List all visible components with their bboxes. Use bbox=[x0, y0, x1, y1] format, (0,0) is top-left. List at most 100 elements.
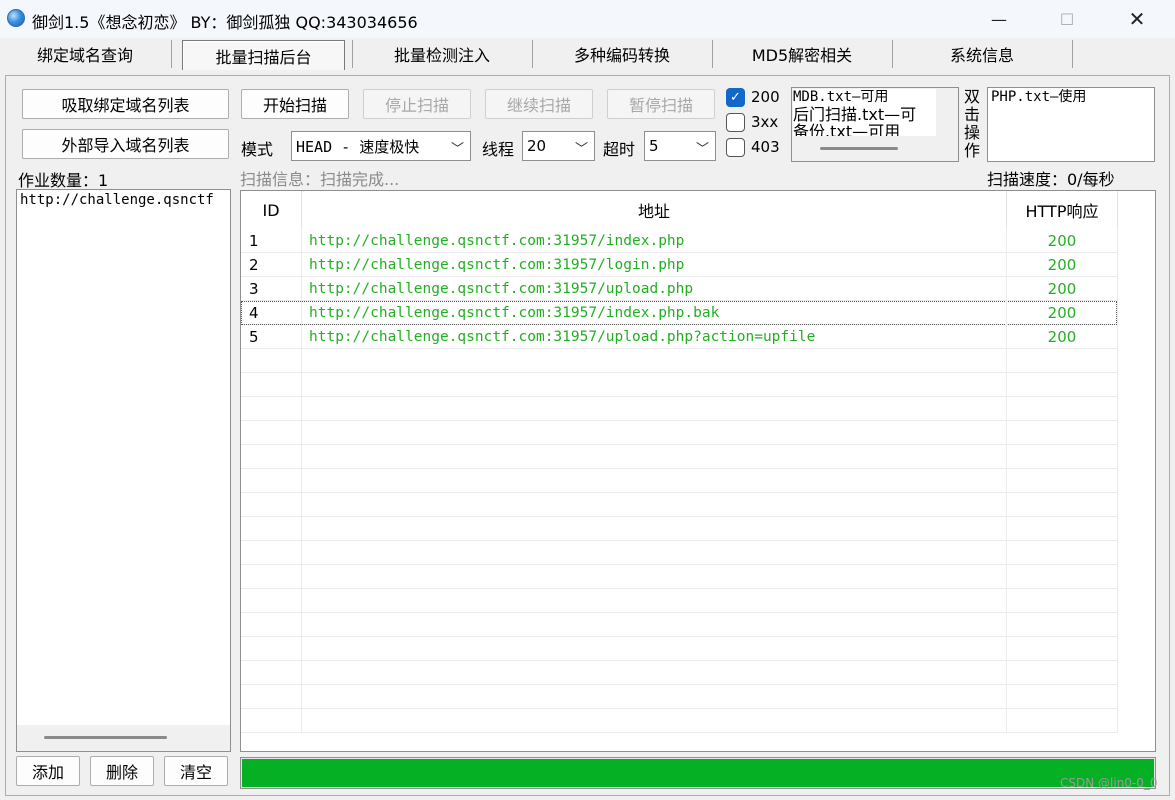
column-divider bbox=[301, 421, 302, 445]
table-row[interactable] bbox=[241, 421, 1118, 445]
table-row[interactable] bbox=[241, 637, 1118, 661]
table-row[interactable] bbox=[241, 685, 1118, 709]
table-row[interactable]: 5 http://challenge.qsnctf.com:31957/uploa… bbox=[241, 325, 1118, 349]
status-403-checkbox[interactable] bbox=[726, 138, 745, 157]
scan-info: 扫描信息：扫描完成... bbox=[240, 170, 400, 189]
add-button[interactable]: 添加 bbox=[16, 756, 80, 786]
column-divider bbox=[1117, 229, 1118, 253]
column-divider bbox=[1006, 253, 1007, 277]
column-divider bbox=[301, 229, 302, 253]
scrollbar-thumb[interactable] bbox=[44, 736, 167, 739]
start-scan-button[interactable]: 开始扫描 bbox=[241, 89, 349, 119]
table-row[interactable] bbox=[241, 493, 1118, 517]
table-row[interactable]: 1 http://challenge.qsnctf.com:31957/index… bbox=[241, 229, 1118, 253]
column-header-address[interactable]: 地址 bbox=[302, 191, 1006, 229]
domain-list-item[interactable]: http://challenge.qsnctf bbox=[20, 192, 228, 208]
column-divider bbox=[301, 349, 302, 373]
scrollbar-thumb[interactable] bbox=[820, 147, 898, 150]
timeout-label: 超时 bbox=[603, 140, 636, 159]
timeout-select[interactable]: 5 ﹀ bbox=[644, 131, 716, 161]
close-button[interactable]: ✕ bbox=[1114, 0, 1160, 38]
tab-system-info[interactable]: 系统信息 bbox=[893, 38, 1071, 70]
cell-http-code: 200 bbox=[1047, 256, 1077, 274]
horizontal-scrollbar[interactable] bbox=[17, 725, 230, 751]
dictionary-item[interactable]: MDB.txt—可用 bbox=[793, 89, 936, 106]
cell-http-code: 200 bbox=[1047, 328, 1077, 346]
fetch-domains-button[interactable]: 吸取绑定域名列表 bbox=[22, 89, 229, 119]
dictionary-item[interactable]: 后门扫描.txt—可 bbox=[793, 106, 936, 123]
minimize-button[interactable]: — bbox=[976, 0, 1022, 38]
table-row[interactable]: 3 http://challenge.qsnctf.com:31957/uploa… bbox=[241, 277, 1118, 301]
status-3xx-checkbox[interactable] bbox=[726, 113, 745, 132]
column-divider bbox=[1006, 613, 1007, 637]
table-row[interactable] bbox=[241, 541, 1118, 565]
table-row[interactable] bbox=[241, 445, 1118, 469]
cell-id: 2 bbox=[249, 256, 259, 274]
pause-scan-button[interactable]: 暂停扫描 bbox=[607, 89, 715, 119]
table-row[interactable] bbox=[241, 661, 1118, 685]
column-divider bbox=[301, 661, 302, 685]
tab-md5[interactable]: MD5解密相关 bbox=[713, 38, 891, 70]
dictionary-list[interactable]: MDB.txt—可用 后门扫描.txt—可 备份.txt—可用 bbox=[791, 87, 959, 162]
table-row[interactable] bbox=[241, 613, 1118, 637]
column-header-http[interactable]: HTTP响应 bbox=[1007, 191, 1117, 229]
column-divider bbox=[301, 373, 302, 397]
table-row[interactable] bbox=[241, 709, 1118, 733]
status-200-checkbox[interactable]: ✓ bbox=[726, 88, 745, 107]
status-403-label: 403 bbox=[751, 138, 780, 156]
column-divider bbox=[1006, 565, 1007, 589]
delete-button[interactable]: 删除 bbox=[90, 756, 154, 786]
cell-http-code: 200 bbox=[1047, 232, 1077, 250]
progress-bar bbox=[240, 757, 1156, 789]
stop-scan-button[interactable]: 停止扫描 bbox=[363, 89, 471, 119]
table-row[interactable] bbox=[241, 469, 1118, 493]
column-divider bbox=[301, 301, 302, 325]
php-dictionary-list[interactable]: PHP.txt—使用 bbox=[987, 87, 1155, 162]
dictionary-item[interactable]: 备份.txt—可用 bbox=[793, 123, 936, 136]
double-click-char: 操 bbox=[964, 123, 981, 142]
php-dictionary-item[interactable]: PHP.txt—使用 bbox=[991, 89, 1151, 106]
column-divider bbox=[1006, 517, 1007, 541]
column-divider bbox=[1117, 445, 1118, 469]
column-divider bbox=[1117, 191, 1118, 229]
tab-encoding[interactable]: 多种编码转换 bbox=[533, 38, 711, 70]
tab-domain-query[interactable]: 绑定域名查询 bbox=[0, 38, 170, 70]
tab-injection-check[interactable]: 批量检测注入 bbox=[353, 38, 531, 70]
table-row[interactable]: 2 http://challenge.qsnctf.com:31957/login… bbox=[241, 253, 1118, 277]
table-row[interactable] bbox=[241, 349, 1118, 373]
maximize-button[interactable]: ☐ bbox=[1044, 0, 1090, 38]
job-count-label: 作业数量：1 bbox=[18, 171, 109, 190]
column-divider bbox=[1006, 301, 1007, 325]
column-divider bbox=[1006, 325, 1007, 349]
tab-batch-scan[interactable]: 批量扫描后台 bbox=[182, 40, 345, 70]
table-row[interactable] bbox=[241, 517, 1118, 541]
column-divider bbox=[301, 253, 302, 277]
table-row[interactable] bbox=[241, 565, 1118, 589]
domain-list[interactable]: http://challenge.qsnctf bbox=[16, 189, 231, 752]
mode-select[interactable]: HEAD - 速度极快 ﹀ bbox=[291, 131, 471, 161]
column-divider bbox=[301, 589, 302, 613]
column-divider bbox=[1006, 493, 1007, 517]
table-row[interactable] bbox=[241, 397, 1118, 421]
double-click-char: 作 bbox=[964, 141, 981, 160]
watermark: CSDN @lin0-0_0 bbox=[1060, 776, 1158, 790]
column-divider bbox=[1117, 277, 1118, 301]
threads-select[interactable]: 20 ﹀ bbox=[522, 131, 595, 161]
table-row[interactable] bbox=[241, 373, 1118, 397]
threads-value: 20 bbox=[527, 137, 547, 155]
table-row-selected[interactable]: 4 http://challenge.qsnctf.com:31957/index… bbox=[241, 301, 1118, 325]
table-row[interactable] bbox=[241, 589, 1118, 613]
status-3xx-label: 3xx bbox=[751, 113, 779, 131]
double-click-char: 双 bbox=[964, 87, 981, 106]
cell-url: http://challenge.qsnctf.com:31957/index.… bbox=[309, 233, 685, 249]
column-divider bbox=[1117, 397, 1118, 421]
import-domains-button[interactable]: 外部导入域名列表 bbox=[22, 129, 229, 159]
resume-scan-button[interactable]: 继续扫描 bbox=[485, 89, 593, 119]
results-table[interactable]: ID 地址 HTTP响应 1 http://challenge.qsnctf.co… bbox=[240, 190, 1156, 752]
column-divider bbox=[1006, 421, 1007, 445]
column-divider bbox=[1117, 565, 1118, 589]
column-divider bbox=[1006, 637, 1007, 661]
column-header-id[interactable]: ID bbox=[241, 191, 301, 229]
check-icon: ✓ bbox=[730, 90, 741, 105]
clear-button[interactable]: 清空 bbox=[164, 756, 228, 786]
